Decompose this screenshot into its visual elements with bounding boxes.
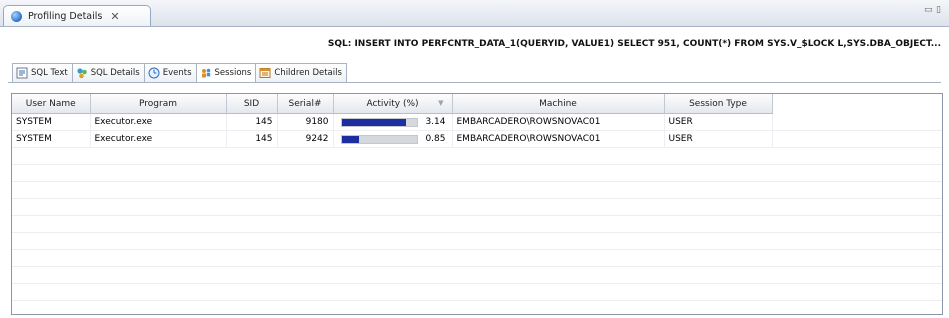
sessions-icon [200,67,212,79]
tab-events[interactable]: Events [143,63,197,82]
sessions-grid: User Name Program SID Serial# Activity (… [12,94,773,148]
close-icon[interactable]: ✕ [110,10,119,23]
cell-session-type: USER [664,113,773,131]
column-header-serial[interactable]: Serial# [277,94,334,114]
sql-statement-header: SQL: INSERT INTO PERFCNTR_DATA_1(QUERYID… [327,39,941,49]
activity-value: 0.85 [425,134,446,144]
tab-sessions-label: Sessions [214,68,252,78]
sort-descending-icon: ▼ [438,99,444,107]
table-row[interactable]: SYSTEM Executor.exe 145 9242 0.85 EMBARC… [12,130,773,148]
cell-sid: 145 [226,113,278,131]
cell-user-name: SYSTEM [12,113,91,131]
activity-bar-fill [341,135,359,143]
tab-events-label: Events [162,68,192,78]
cell-activity: 3.14 [333,113,453,131]
tab-sql-details[interactable]: SQL Details [71,63,145,82]
cell-program: Executor.exe [90,113,227,131]
cell-program: Executor.exe [90,130,227,148]
column-header-program[interactable]: Program [90,94,227,114]
activity-value: 3.14 [425,117,446,127]
sql-details-icon [76,67,88,79]
cell-serial: 9180 [277,113,334,131]
tabs-divider [8,82,941,83]
maximize-icon[interactable]: ▯ [936,6,945,15]
minimize-icon[interactable]: ▭ [924,6,933,15]
column-header-sid[interactable]: SID [226,94,278,114]
column-header-session-type[interactable]: Session Type [664,94,773,114]
table-header-row: User Name Program SID Serial# Activity (… [12,94,773,114]
sql-text-icon [16,67,28,79]
profiling-details-icon [11,10,22,22]
column-header-activity[interactable]: Activity (%) ▼ [333,94,453,114]
tab-sessions[interactable]: Sessions [195,63,257,82]
tab-children-details-label: Children Details [274,68,342,78]
cell-machine: EMBARCADERO\ROWSNOVAC01 [452,130,665,148]
activity-bar-track [340,134,418,144]
tab-children-details[interactable]: Children Details [255,63,347,82]
detail-tabs: SQL Text SQL Details Events Sessions Chi… [12,63,347,82]
column-header-user-name[interactable]: User Name [12,94,91,114]
window-controls: ▭ ▯ [924,6,945,15]
activity-bar-track [340,117,418,127]
view-tab-bar: Profiling Details ✕ ▭ ▯ [0,0,949,27]
column-header-activity-label: Activity (%) [366,98,419,109]
cell-session-type: USER [664,130,773,148]
tab-profiling-details-label: Profiling Details [28,10,103,22]
cell-serial: 9242 [277,130,334,148]
cell-machine: EMBARCADERO\ROWSNOVAC01 [452,113,665,131]
cell-activity: 0.85 [333,130,453,148]
profiling-details-panel: SQL: INSERT INTO PERFCNTR_DATA_1(QUERYID… [8,33,948,317]
cell-sid: 145 [226,130,278,148]
events-icon [148,67,160,79]
sessions-table[interactable]: User Name Program SID Serial# Activity (… [11,93,943,315]
table-row[interactable]: SYSTEM Executor.exe 145 9180 3.14 EMBARC… [12,113,773,131]
tab-sql-details-label: SQL Details [90,68,140,78]
children-details-icon [259,67,271,79]
column-header-machine[interactable]: Machine [452,94,665,114]
tab-sql-text-label: SQL Text [31,68,68,78]
cell-user-name: SYSTEM [12,130,91,148]
tab-profiling-details[interactable]: Profiling Details ✕ [3,5,151,26]
activity-bar-fill [341,118,406,126]
tab-sql-text[interactable]: SQL Text [12,63,73,82]
